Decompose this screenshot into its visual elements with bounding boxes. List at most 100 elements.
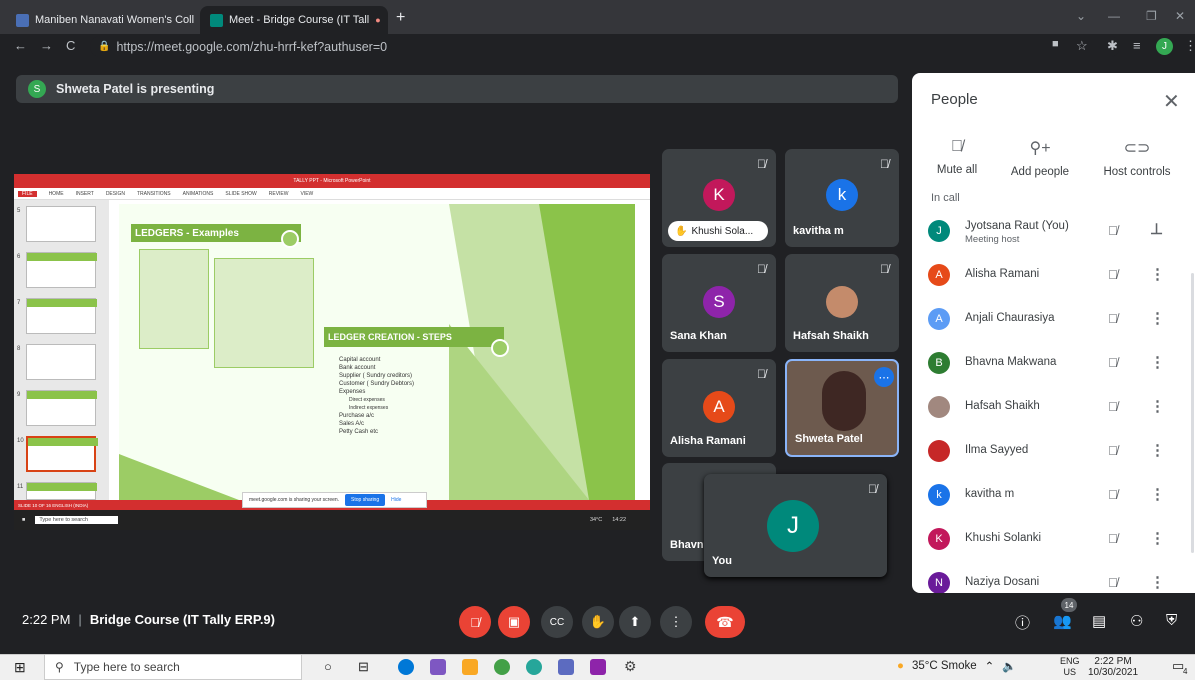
slide-number: 5 (17, 208, 21, 214)
edge-icon[interactable] (398, 659, 414, 675)
raise-hand-button[interactable]: ✋ (582, 606, 614, 638)
inner-taskbar: ■ Type here to search 34°C 14:22 (14, 510, 650, 530)
paint-icon[interactable] (590, 659, 606, 675)
chrome-profile-icon[interactable] (526, 659, 542, 675)
tile-shweta[interactable]: ⋯ Shweta Patel (785, 359, 899, 457)
tab-meet[interactable]: Meet - Bridge Course (IT Tall ● ✕ (200, 6, 388, 34)
participant-row[interactable]: N Naziya Dosani 🎙̸ ⋮ (912, 561, 1195, 593)
settings-gear-icon[interactable]: ⚙ (624, 658, 637, 675)
avatar: J (767, 500, 819, 552)
people-panel: People ✕ 🎙̸ Mute all ⚲+ Add people ⊂⊃ Host … (912, 73, 1195, 593)
participant-row[interactable]: Hafsah Shaikh 🎙̸ ⋮ (912, 385, 1195, 429)
extensions-icon[interactable]: ✱ (1107, 38, 1118, 54)
app-icon[interactable] (430, 659, 446, 675)
tile-khushi[interactable]: 🎙̸ K ✋ Khushi Sola... (662, 149, 776, 247)
info-icon[interactable]: ⓘ (1015, 612, 1030, 633)
mic-off-icon: 🎙̸ (1108, 355, 1118, 370)
participant-row[interactable]: Ilma Sayyed 🎙̸ ⋮ (912, 429, 1195, 473)
more-options-icon[interactable]: ⋮ (1150, 529, 1165, 547)
search-icon: ⚲ (55, 660, 64, 674)
task-view-icon[interactable]: ⊟ (358, 659, 369, 675)
steps-list: Capital account Bank account Supplier ( … (339, 356, 414, 436)
close-window-icon[interactable]: ✕ (1175, 9, 1185, 23)
toggle-icon: ⊂⊃ (1123, 140, 1151, 157)
more-options-icon[interactable]: ⋮ (1150, 573, 1165, 591)
avatar-photo (826, 286, 858, 318)
tile-alisha[interactable]: 🎙̸ A Alisha Ramani (662, 359, 776, 457)
more-options-icon[interactable]: ⋮ (1150, 397, 1165, 415)
tile-self[interactable]: 🎙̸ J You (704, 474, 887, 577)
url-input[interactable]: 🔒 https://meet.google.com/zhu-hrrf-kef?a… (90, 36, 1120, 57)
more-options-icon[interactable]: ⋮ (1150, 441, 1165, 459)
more-options-icon[interactable]: ⋮ (1150, 485, 1165, 503)
chevron-up-icon[interactable]: ⌃ (985, 659, 995, 673)
profile-avatar[interactable]: J (1156, 38, 1173, 55)
back-icon[interactable]: ← (14, 38, 27, 53)
avatar-photo (928, 396, 950, 418)
add-people-button[interactable]: ⚲+ Add people (995, 138, 1085, 178)
present-button[interactable]: ⬆ (619, 606, 651, 638)
captions-icon: CC (549, 616, 565, 628)
mic-off-icon: 🎙̸ (757, 262, 766, 276)
camera-icon[interactable]: ■ (1052, 38, 1059, 50)
chat-icon[interactable]: ▤ (1092, 612, 1106, 630)
participant-row[interactable]: J Jyotsana Raut (You) Meeting host 🎙̸ ⊥ (912, 209, 1195, 253)
close-icon[interactable]: ✕ (1163, 89, 1180, 114)
captions-button[interactable]: CC (541, 606, 573, 638)
more-icon: ⋮ (669, 614, 683, 629)
panel-scrollbar[interactable] (1191, 273, 1194, 553)
speaker-icon[interactable]: 🔈 (1002, 659, 1016, 673)
cortana-icon[interactable]: ○ (324, 659, 332, 674)
restore-icon[interactable]: ❐ (1146, 9, 1157, 23)
participant-name: Anjali Chaurasiya (965, 312, 1055, 324)
participant-name: Jyotsana Raut (You) (965, 220, 1069, 232)
lang-line2: US (1063, 667, 1077, 677)
mic-off-icon: 🎙̸ (470, 614, 480, 630)
close-icon[interactable]: ✕ (387, 13, 388, 27)
host-controls-icon[interactable]: ⛨ (1166, 612, 1177, 629)
avatar: B (928, 352, 950, 374)
new-tab-icon[interactable]: + (396, 9, 405, 27)
chevron-down-icon[interactable]: ⌄ (1076, 9, 1086, 23)
more-options-icon[interactable]: ⋮ (1150, 265, 1165, 283)
mute-all-button[interactable]: 🎙̸ Mute all (912, 138, 1002, 176)
hide-button[interactable]: Hide (391, 497, 401, 503)
media-icon[interactable]: ≡ (1133, 38, 1141, 53)
pin-icon[interactable]: ⊥ (1150, 220, 1163, 238)
people-icon[interactable]: 👥 (1053, 612, 1072, 630)
tile-hafsah[interactable]: 🎙̸ Hafsah Shaikh (785, 254, 899, 352)
participant-row[interactable]: A Alisha Ramani 🎙̸ ⋮ (912, 253, 1195, 297)
reload-icon[interactable]: C (66, 38, 75, 53)
participant-row[interactable]: B Bhavna Makwana 🎙̸ ⋮ (912, 341, 1195, 385)
stop-sharing-button[interactable]: Stop sharing (345, 494, 386, 506)
participant-row[interactable]: K Khushi Solanki 🎙̸ ⋮ (912, 517, 1195, 561)
tile-kavitha[interactable]: 🎙̸ k kavitha m (785, 149, 899, 247)
more-options-icon[interactable]: ⋮ (1150, 309, 1165, 327)
hand-icon: ✋ (589, 614, 607, 629)
file-explorer-icon[interactable] (462, 659, 478, 675)
menu-icon[interactable]: ⋮ (1184, 38, 1195, 54)
mic-off-button[interactable]: 🎙̸ (459, 606, 491, 638)
host-controls-button[interactable]: ⊂⊃ Host controls (1092, 138, 1182, 178)
participant-row[interactable]: k kavitha m 🎙̸ ⋮ (912, 473, 1195, 517)
tile-sana[interactable]: 🎙̸ S Sana Khan (662, 254, 776, 352)
pinned-pill[interactable]: ✋ Khushi Sola... (668, 221, 768, 241)
activities-icon[interactable]: ⚇ (1130, 612, 1143, 630)
chrome-icon[interactable] (494, 659, 510, 675)
weather-text[interactable]: 35°C Smoke (912, 660, 977, 672)
windows-start-icon[interactable]: ⊞ (14, 659, 26, 676)
app-icon[interactable] (558, 659, 574, 675)
camera-off-button[interactable]: ▣ (498, 606, 530, 638)
more-options-button[interactable]: ⋮ (660, 606, 692, 638)
participant-row[interactable]: A Anjali Chaurasiya 🎙̸ ⋮ (912, 297, 1195, 341)
star-icon[interactable]: ☆ (1076, 38, 1088, 54)
minimize-icon[interactable]: — (1108, 9, 1120, 23)
tab-maniben[interactable]: Maniben Nanavati Women's Coll ✕ (6, 6, 196, 34)
language-indicator[interactable]: ENG US (1060, 656, 1080, 678)
taskbar-search[interactable]: ⚲ Type here to search (44, 654, 302, 680)
more-options-icon[interactable]: ⋮ (1150, 353, 1165, 371)
more-options-icon[interactable]: ⋯ (874, 367, 894, 387)
forward-icon[interactable]: → (40, 38, 53, 53)
end-call-button[interactable]: ☎ (705, 606, 745, 638)
taskbar-clock[interactable]: 2:22 PM 10/30/2021 (1088, 656, 1138, 678)
